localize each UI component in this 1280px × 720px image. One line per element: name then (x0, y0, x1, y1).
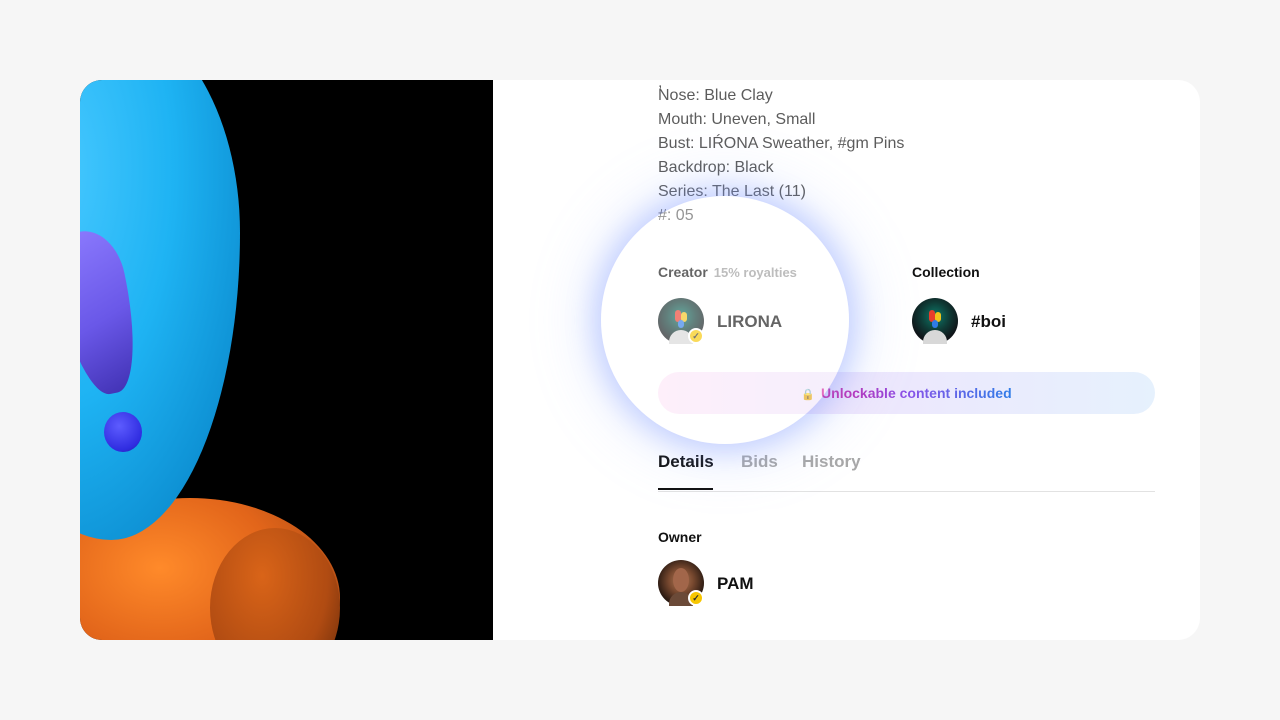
owner-link[interactable]: ✓ PAM (658, 560, 808, 608)
owner-heading: Owner (658, 529, 702, 547)
owner-avatar: ✓ (658, 560, 704, 606)
check-badge-icon: ✓ (688, 328, 704, 344)
creator-name: LIRONA (717, 312, 783, 331)
property-item: Bust: LIŔONA Sweather, #gm Pins (658, 135, 905, 152)
tab-details[interactable]: Details (658, 452, 714, 472)
active-tab-indicator (658, 488, 713, 490)
creator-label: Creator (658, 264, 708, 280)
tab-history[interactable]: History (802, 452, 861, 472)
collection-heading: Collection (912, 264, 980, 282)
unlockable-content-pill[interactable]: 🔒 Unlockable content included (658, 372, 1155, 414)
property-item: Series: The Last (11) (658, 183, 806, 200)
owner-name: PAM (717, 574, 754, 593)
nft-artwork-image (80, 80, 493, 640)
owner-label: Owner (658, 529, 702, 545)
collection-name: #boi (971, 312, 1006, 331)
check-badge-icon: ✓ (688, 590, 704, 606)
avatar-head-shape (673, 568, 689, 592)
creator-link[interactable]: ✓ LIRONA (658, 298, 808, 346)
unlockable-content-text: Unlockable content included (821, 385, 1012, 401)
artwork-blue-dot-shape (104, 412, 142, 452)
property-item: Backdrop: Black (658, 159, 774, 176)
detail-tabs: Details Bids History (658, 450, 1155, 492)
royalties-text: 15% royalties (713, 265, 797, 280)
property-item: Mouth: Uneven, Small (658, 111, 816, 128)
property-item: Nose: Blue Clay (658, 87, 773, 104)
collection-avatar (912, 298, 958, 344)
avatar-face-shape (678, 320, 684, 328)
tab-bids[interactable]: Bids (741, 452, 778, 472)
avatar-bust-shape (923, 330, 947, 344)
property-item: #: 05 (658, 207, 694, 224)
nft-detail-card: , Nose: Blue Clay Mouth: Uneven, Small B… (80, 80, 1200, 640)
collection-label: Collection (912, 264, 980, 280)
nft-info-panel: , Nose: Blue Clay Mouth: Uneven, Small B… (658, 80, 1158, 640)
collection-link[interactable]: #boi (912, 298, 1062, 346)
lock-icon: 🔒 (801, 389, 816, 401)
creator-avatar: ✓ (658, 298, 704, 344)
creator-heading: Creator 15% royalties (658, 264, 797, 282)
avatar-face-shape (932, 320, 938, 328)
property-list: Nose: Blue Clay Mouth: Uneven, Small Bus… (658, 84, 904, 228)
